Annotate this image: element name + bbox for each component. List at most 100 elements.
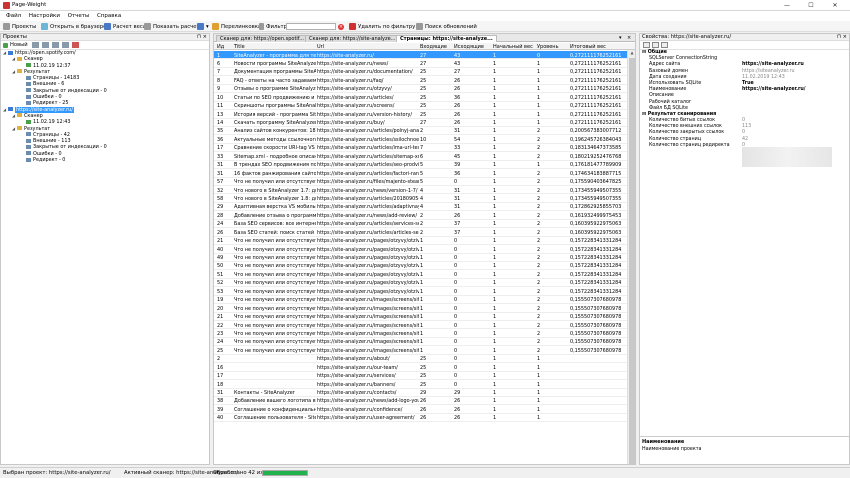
- clear-filter-icon[interactable]: ×: [338, 24, 344, 30]
- delete-filter-button[interactable]: Удалить по фильтру: [349, 22, 415, 31]
- save-icon[interactable]: [31, 42, 39, 48]
- table-row[interactable]: 26 База SEO статей: поиск статей п... http…: [214, 228, 635, 237]
- table-row[interactable]: 8 FAQ - ответы на часто задаваем... https:…: [214, 76, 635, 85]
- table-row[interactable]: 40 Соглашение пользователя - Site... https…: [214, 414, 635, 423]
- table-row[interactable]: 25 Что не получил или отсутствует https://…: [214, 346, 635, 355]
- menu-settings[interactable]: Настройки: [29, 13, 60, 19]
- grid-scrollbar[interactable]: ▲: [627, 50, 635, 464]
- table-row[interactable]: 9 Отзывы о программе SiteAnalyzer https://…: [214, 85, 635, 94]
- calc-weight-button[interactable]: Расчет веса: [104, 22, 146, 31]
- column-header[interactable]: Уровень: [537, 44, 559, 50]
- tab-pages-site-analyzer[interactable]: Страницы: https://site-analyze...: [396, 35, 497, 42]
- table-row[interactable]: 31 В трендах SEO продвижения под ...https…: [214, 161, 635, 170]
- table-cell: 38: [217, 398, 224, 405]
- pin-icon[interactable]: ⊓: [837, 34, 841, 41]
- close-tab-icon[interactable]: ×: [627, 34, 631, 42]
- scroll-thumb[interactable]: [629, 58, 635, 464]
- pin-icon[interactable]: ⊓: [197, 34, 201, 41]
- copy-icon[interactable]: [41, 42, 49, 48]
- table-row[interactable]: 24 Что не получил или отсутствует https://…: [214, 338, 635, 347]
- table-row[interactable]: 7 Документация программы SiteAnaly...http…: [214, 68, 635, 77]
- settings-icon[interactable]: [51, 42, 59, 48]
- table-row[interactable]: 1 SiteAnalyzer - программа для техн...htt…: [214, 51, 635, 60]
- table-row[interactable]: 17 Сравнение скорости URI-tag VS ... https…: [214, 144, 635, 153]
- table-row[interactable]: 32 Что нового в SiteAnalyzer 1.7: доб...h…: [214, 186, 635, 195]
- table-row[interactable]: 14 Скачать программу SiteAnalyzer https://…: [214, 119, 635, 127]
- table-row[interactable]: 13 История версий - программа Site... http…: [214, 110, 635, 119]
- categorized-icon[interactable]: [643, 42, 650, 48]
- relink-button[interactable]: Перелинковка: [212, 22, 261, 31]
- table-row[interactable]: 31 Контакты - SiteAnalyzer https://site-an…: [214, 389, 635, 397]
- table-row[interactable]: 2 https://site-analyzer.ru/about/25 0 1 1: [214, 355, 635, 364]
- maximize-button[interactable]: ☐: [804, 1, 818, 10]
- table-row[interactable]: 38 Добавление вашего логотипа в ... https:…: [214, 397, 635, 406]
- table-cell: 2: [537, 170, 541, 177]
- table-row[interactable]: 33 Sitemap.xml - подробное описание...htt…: [214, 152, 635, 161]
- table-row[interactable]: 51 Что не получил или отсутствует https://…: [214, 270, 635, 279]
- view-dropdown[interactable]: ▾: [197, 22, 209, 31]
- delete-project-icon[interactable]: [71, 42, 79, 48]
- table-row[interactable]: 40 Что не получил или отсутствует https://…: [214, 245, 635, 254]
- table-row[interactable]: 57 Что не получил или отсутствует https://…: [214, 178, 635, 186]
- table-row[interactable]: 18 https://site-analyzer.ru/banners/25 0 1 1: [214, 380, 635, 389]
- tree-node[interactable]: Редирект - 0: [1, 157, 209, 163]
- property-pages-icon[interactable]: [661, 42, 668, 48]
- table-row[interactable]: 16 https://site-analyzer.ru/our-team/25 0 1…: [214, 363, 635, 372]
- table-row[interactable]: 24 База SEO сервисов: все интерне... https…: [214, 220, 635, 229]
- close-button[interactable]: ✕: [828, 1, 842, 10]
- relink-label: Перелинковка: [221, 23, 262, 30]
- table-row[interactable]: 35 Анализ сайтов конкурентов: 18 э... http…: [214, 127, 635, 136]
- table-row[interactable]: 36 Актуальные методы ссылочного п...https…: [214, 135, 635, 144]
- table-cell: Что не получил или отсутствует: [234, 255, 316, 261]
- table-row[interactable]: 6 Новости программы SiteAnalyzer https://s…: [214, 59, 635, 68]
- table-row[interactable]: 19 Что не получил или отсутствует https://…: [214, 296, 635, 305]
- table-row[interactable]: 28 Добавление отзыва о программе ...https…: [214, 211, 635, 220]
- tabs-dropdown-icon[interactable]: ▾: [619, 34, 622, 42]
- close-panel-icon[interactable]: ×: [843, 34, 847, 41]
- open-browser-button[interactable]: Открыть в браузере: [41, 22, 106, 31]
- table-row[interactable]: 58 Что нового в SiteAnalyzer 1.8: доб...h…: [214, 194, 635, 203]
- table-row[interactable]: 21 Что не получил или отсутствует https://…: [214, 313, 635, 321]
- projects-button[interactable]: Проекты: [3, 22, 36, 31]
- table-row[interactable]: 31 16 фактов ранжирования сайтов... https:…: [214, 169, 635, 178]
- column-header[interactable]: Title: [234, 44, 245, 50]
- table-row[interactable]: 23 Что не получил или отсутствует https://…: [214, 329, 635, 338]
- minimize-button[interactable]: —: [780, 1, 794, 10]
- table-cell: 29: [217, 204, 224, 211]
- tab-scanner-spotify[interactable]: Сканер для: https://open.spotif...: [216, 35, 308, 42]
- show-calc-button[interactable]: Показать расчет: [144, 22, 200, 31]
- column-header[interactable]: Итоговый вес: [570, 44, 606, 50]
- table-cell: 2: [420, 229, 424, 236]
- column-header[interactable]: Начальный вес: [493, 44, 533, 50]
- table-row[interactable]: 11Скриншоты программы SiteAnalyzerhttps:…: [214, 102, 635, 111]
- table-row[interactable]: 52 Что не получил или отсутствует https://…: [214, 279, 635, 288]
- filter-input[interactable]: [286, 23, 336, 30]
- property-grid: ⊟ Общие SQLServer ConnectionString Адрес с…: [640, 50, 849, 149]
- table-row[interactable]: 49 Что не получил или отсутствует https://…: [214, 254, 635, 262]
- table-row[interactable]: 22 Что не получил или отсутствует https://…: [214, 321, 635, 330]
- alphabetical-icon[interactable]: [652, 42, 659, 48]
- scroll-up-icon[interactable]: ▲: [628, 50, 636, 57]
- menu-file[interactable]: Файл: [6, 13, 21, 19]
- close-panel-icon[interactable]: ×: [203, 34, 207, 41]
- tab-scanner-site-analyzer[interactable]: Сканер для: https://site-analyze...: [305, 35, 400, 42]
- table-row[interactable]: 10 Статьи по SEO продвижению и ан...https…: [214, 93, 635, 102]
- refresh-icon[interactable]: [61, 42, 69, 48]
- res-icon: [26, 75, 31, 80]
- table-row[interactable]: 39 Соглашение о конфиденциальнос...https:…: [214, 405, 635, 414]
- table-row[interactable]: 53 Что не получил или отсутствует https://…: [214, 287, 635, 296]
- table-row[interactable]: 50 Что не получил или отсутствует https://…: [214, 262, 635, 271]
- menu-reports[interactable]: Отчеты: [68, 13, 90, 19]
- table-row[interactable]: 21 Что не получил или отсутствует https://…: [214, 237, 635, 246]
- table-row[interactable]: 20 Что не получил или отсутствует https://…: [214, 304, 635, 313]
- table-row[interactable]: 29 Адаптивная верстка VS мобильн... https:…: [214, 203, 635, 212]
- column-header[interactable]: Входящие: [420, 44, 447, 50]
- table-row[interactable]: 17 https://site-analyzer.ru/services/25 0 1…: [214, 372, 635, 381]
- new-project-button[interactable]: Новый: [10, 42, 28, 48]
- column-header[interactable]: Url: [317, 44, 324, 50]
- column-header[interactable]: Ид: [217, 44, 224, 50]
- table-cell: 6: [420, 153, 424, 160]
- column-header[interactable]: Исходящие: [454, 44, 484, 50]
- menu-help[interactable]: Справка: [97, 13, 121, 19]
- check-updates-button[interactable]: Поиск обновлений: [416, 22, 477, 31]
